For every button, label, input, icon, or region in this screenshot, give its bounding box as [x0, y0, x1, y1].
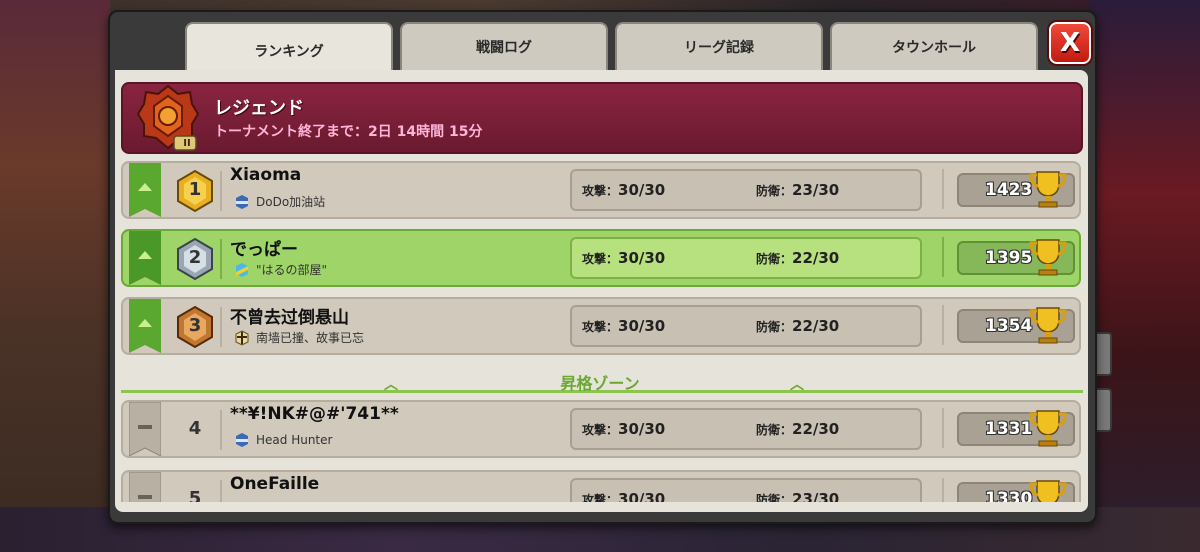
attack-stat: 攻撃：30/30 [582, 490, 666, 502]
league-tier-label: II [183, 138, 191, 149]
attack-stat: 攻撃：30/30 [582, 317, 666, 335]
row-divider [942, 237, 944, 277]
promotion-arrow-icon: ︿ [384, 377, 398, 393]
row-divider [942, 305, 944, 345]
tab-battle-log[interactable]: 戦闘ログ [400, 22, 608, 70]
defense-stat: 防衛：23/30 [756, 181, 840, 199]
row-divider [220, 480, 222, 502]
clan-info[interactable]: 南墙已撞、故事已忘 [234, 329, 364, 346]
clan-name: "はるの部屋" [256, 263, 328, 277]
clan-name: Head Hunter [256, 433, 333, 447]
trophy-icon [1029, 171, 1067, 208]
league-name: レジェンド [214, 98, 304, 119]
rank-up-ribbon-icon [129, 163, 161, 217]
defense-stat: 防衛：23/30 [756, 490, 840, 502]
tournament-timer: トーナメント終了まで：2日 14時間 15分 [214, 124, 483, 140]
ranking-row[interactable]: 4 **¥!NK#@#'741** Head Hunter 攻撃：30/30 防… [121, 400, 1081, 458]
stats-box: 攻撃：30/30 防衛：22/30 [570, 237, 922, 279]
row-divider [220, 171, 222, 211]
rank-number: 3 [188, 315, 202, 336]
background-left [0, 0, 110, 552]
ranking-row[interactable]: 1 Xiaoma DoDo加油站 攻撃：30/30 防衛：23/30 1423 [121, 161, 1081, 219]
defense-stat: 防衛：22/30 [756, 317, 840, 335]
defense-stat: 防衛：22/30 [756, 249, 840, 267]
rank-number: 4 [188, 418, 202, 439]
row-clip: 5 OneFaille 攻撃：30/30 防衛：23/30 1330 [115, 466, 1088, 502]
rank-number: 2 [188, 247, 202, 268]
clan-info[interactable]: "はるの部屋" [234, 261, 327, 278]
ranking-row[interactable]: 5 OneFaille 攻撃：30/30 防衛：23/30 1330 [121, 470, 1081, 502]
background-right [1090, 0, 1200, 552]
attack-stat: 攻撃：30/30 [582, 420, 666, 438]
row-divider [220, 307, 222, 347]
clan-badge-icon [236, 262, 248, 277]
clan-badge-icon [236, 194, 248, 209]
trophy-icon [1029, 480, 1067, 502]
rank-unchanged-ribbon-icon [129, 472, 161, 502]
clan-name: 南墙已撞、故事已忘 [256, 331, 365, 345]
row-divider [942, 408, 944, 448]
tab-town-hall[interactable]: タウンホール [830, 22, 1038, 70]
stats-box: 攻撃：30/30 防衛：22/30 [570, 305, 922, 347]
clan-badge-icon [236, 433, 248, 447]
promotion-arrow-icon: ︿ [790, 377, 804, 393]
rank-number: 1 [188, 179, 202, 200]
defense-stat: 防衛：22/30 [756, 420, 840, 438]
stats-box: 攻撃：30/30 防衛：22/30 [570, 408, 922, 450]
player-name[interactable]: OneFaille [230, 474, 319, 494]
player-name[interactable]: Xiaoma [230, 165, 301, 185]
stats-box: 攻撃：30/30 防衛：23/30 [570, 169, 922, 211]
trophy-icon [1029, 239, 1067, 276]
clan-name: DoDo加油站 [256, 195, 326, 209]
rank-up-ribbon-icon [129, 299, 161, 353]
tab-league-history[interactable]: リーグ記録 [615, 22, 823, 70]
trophy-icon [1029, 307, 1067, 344]
attack-stat: 攻撃：30/30 [582, 249, 666, 267]
player-name[interactable]: 不曾去过倒悬山 [230, 303, 349, 328]
player-name[interactable]: **¥!NK#@#'741** [230, 404, 399, 424]
clan-info[interactable]: DoDo加油站 [234, 193, 325, 210]
row-divider [942, 169, 944, 209]
player-name[interactable]: でっぱー [230, 235, 298, 260]
row-divider [220, 239, 222, 279]
promotion-zone-label: 昇格ゾーン [560, 374, 640, 393]
rank-number: 5 [188, 488, 202, 502]
stats-box: 攻撃：30/30 防衛：23/30 [570, 478, 922, 502]
clan-badge-icon [235, 329, 249, 346]
rank-up-ribbon-icon [129, 231, 161, 285]
rank-unchanged-ribbon-icon [129, 402, 161, 456]
row-divider [220, 410, 222, 450]
clan-info[interactable]: Head Hunter [234, 432, 332, 448]
close-button[interactable]: X [1049, 22, 1091, 64]
attack-stat: 攻撃：30/30 [582, 181, 666, 199]
ranking-row-current-player[interactable]: 2 でっぱー "はるの部屋" 攻撃：30/30 防衛：22/30 1395 [121, 229, 1081, 287]
trophy-icon [1029, 410, 1067, 447]
ranking-row[interactable]: 3 不曾去过倒悬山 南墙已撞、故事已忘 攻撃：30/30 防衛：22/30 13… [121, 297, 1081, 355]
row-divider [942, 478, 944, 502]
